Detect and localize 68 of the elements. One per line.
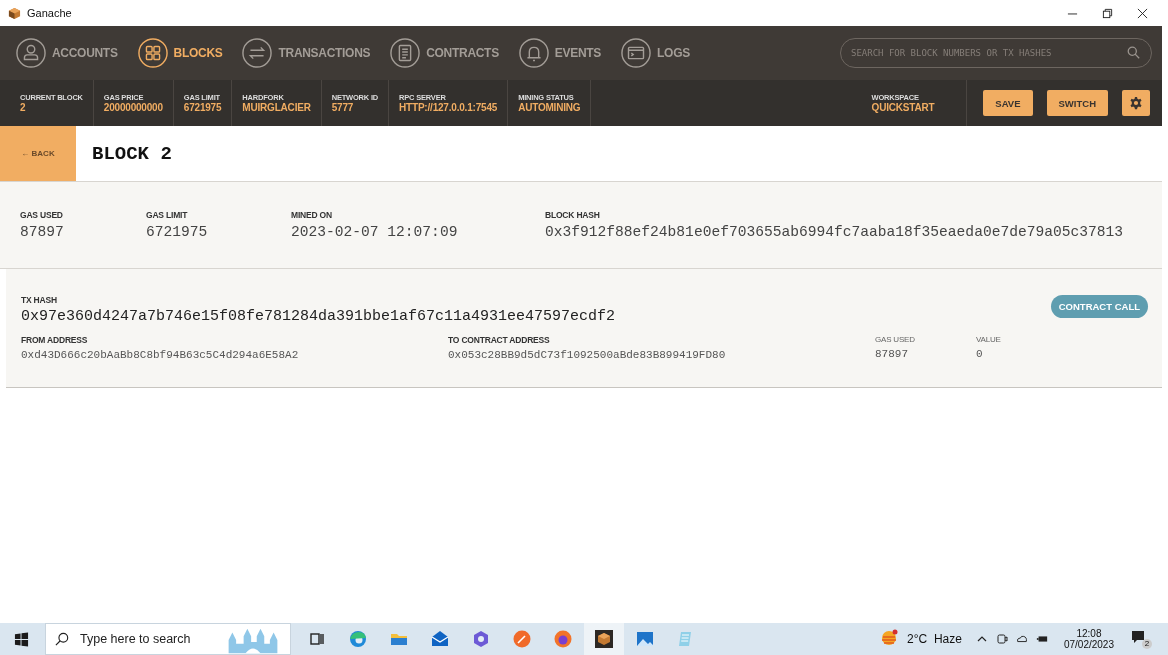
tx-hash: 0x97e360d4247a7b746e15f08fe781284da391bbe1af67c11a4931ee47597ecdf2 — [21, 308, 616, 325]
settings-icon — [1129, 96, 1143, 110]
search-icon — [55, 632, 69, 646]
meeting-icon[interactable] — [995, 633, 1008, 645]
field-label: VALUE — [976, 335, 1001, 344]
window-title: Ganache — [27, 7, 72, 19]
info-value: 87897 — [20, 224, 65, 240]
info-value: 2023-02-07 12:07:09 — [291, 224, 459, 240]
stat-value: HTTP://127.0.0.1:7545 — [399, 102, 498, 113]
nav-tab[interactable]: BLOCKS — [137, 38, 223, 68]
bell-icon — [518, 38, 549, 68]
field-label: GAS USED — [875, 335, 916, 344]
stat-value: MUIRGLACIER — [242, 102, 311, 113]
document-icon — [390, 38, 421, 68]
field-value: 0x053c28BB9d5dC73f1092500aBde83B899419FD80 — [448, 349, 727, 361]
info-label: BLOCK HASH — [545, 210, 601, 220]
stat-value: 20000000000 — [103, 102, 163, 113]
tx-hash-label: TX HASH — [21, 295, 58, 305]
stat-value: 5777 — [331, 102, 355, 113]
nav-tab[interactable]: EVENTS — [518, 38, 602, 68]
hexagon-app-icon[interactable] — [471, 629, 491, 649]
info-value: 6721975 — [146, 224, 209, 240]
field-label: FROM ADDRESS — [21, 335, 89, 345]
browser-icon[interactable] — [348, 629, 368, 649]
arrows-icon — [242, 38, 273, 68]
app-logo-icon — [8, 6, 21, 20]
workspace-name: QUICKSTART — [871, 102, 935, 113]
search-icon — [1127, 46, 1140, 59]
info-label: MINED ON — [291, 210, 333, 220]
ganache-app-icon[interactable] — [594, 629, 614, 649]
save-button[interactable]: SAVE — [983, 90, 1033, 116]
taskbar-search-field[interactable]: Type here to search — [45, 623, 291, 655]
firefox-icon[interactable] — [553, 629, 573, 649]
restore-icon[interactable] — [1102, 7, 1113, 19]
person-icon — [16, 38, 46, 68]
grid-icon — [137, 38, 168, 68]
stat-value: 6721975 — [183, 102, 222, 113]
stat-value: 2 — [20, 102, 27, 113]
battery-icon[interactable] — [1035, 633, 1048, 645]
nav-tab[interactable]: ACCOUNTS — [16, 38, 118, 68]
field-value: 0 — [976, 348, 984, 360]
search-field[interactable]: SEARCH FOR BLOCK NUMBERS OR TX HASHES — [840, 38, 1152, 68]
info-label: GAS USED — [20, 210, 64, 220]
field-value: 87897 — [875, 348, 909, 360]
clock-time[interactable]: 12:08 — [1076, 628, 1102, 639]
info-label: GAS LIMIT — [146, 210, 189, 220]
field-value: 0xd43D666c20bAaBb8C8bf94B63c5C4d294a6E58A2 — [21, 349, 300, 361]
clock-date[interactable]: 07/02/2023 — [1063, 639, 1114, 650]
settings-button[interactable] — [1122, 90, 1150, 116]
field-label: TO CONTRACT ADDRESS — [448, 335, 551, 345]
notification-icon[interactable] — [1130, 629, 1146, 645]
switch-button[interactable]: SWITCH — [1046, 90, 1108, 116]
terminal-icon — [621, 38, 652, 68]
weather-text[interactable]: 2°C Haze — [907, 632, 962, 646]
nav-tab[interactable]: TRANSACTIONS — [242, 38, 371, 68]
stat-value: AUTOMINING — [518, 102, 581, 113]
transaction-type-badge: CONTRACT CALL — [1050, 295, 1148, 318]
photos-icon[interactable] — [635, 629, 655, 649]
info-value: 0x3f912f88ef24b81e0ef703655ab6994fc7aaba18f35eaeda0e7de79a05c37813 — [545, 224, 1123, 240]
page-title: BLOCK 2 — [92, 142, 172, 165]
start-icon[interactable] — [14, 631, 29, 647]
nav-tab[interactable]: CONTRACTS — [390, 38, 499, 68]
nav-tab[interactable]: LOGS — [621, 38, 690, 68]
back-button[interactable]: ← BACK — [0, 126, 76, 181]
close-icon[interactable] — [1137, 7, 1148, 19]
mail-icon[interactable] — [430, 629, 450, 649]
notification-count: 2 — [1142, 639, 1152, 649]
cloud-icon[interactable] — [1015, 633, 1028, 645]
